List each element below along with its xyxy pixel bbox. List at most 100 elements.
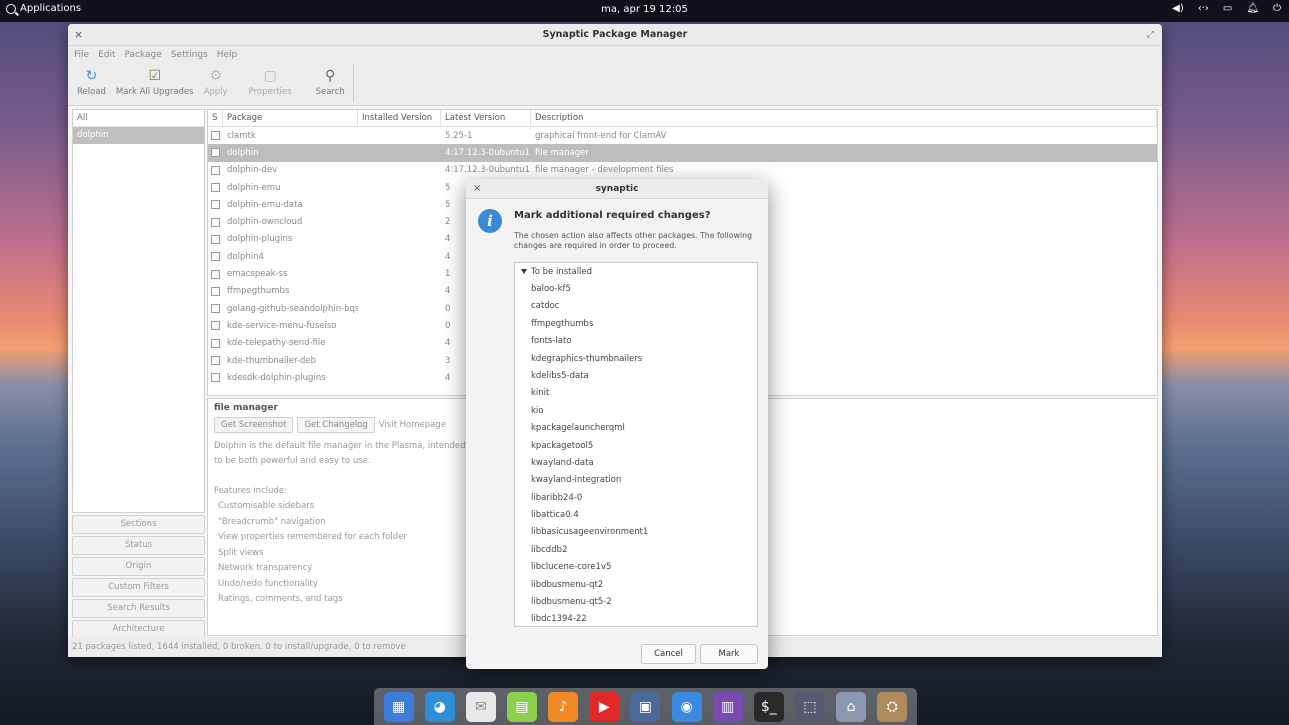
tree-item[interactable]: libbasicusageenvironment1: [515, 524, 757, 541]
tree-item[interactable]: kio: [515, 403, 757, 420]
tree-item[interactable]: libdbusmenu-qt2: [515, 577, 757, 594]
web-browser-icon[interactable]: ◕: [424, 691, 455, 722]
mark-all-upgrades-button[interactable]: ☑ Mark All Upgrades: [111, 64, 199, 102]
status-button[interactable]: Status: [72, 536, 205, 555]
mail-icon[interactable]: ✉: [465, 691, 496, 722]
package-installer-icon[interactable]: ⛭: [877, 691, 908, 722]
get-changelog-button[interactable]: Get Changelog: [297, 417, 375, 433]
col-latest-version[interactable]: Latest Version: [441, 110, 531, 126]
files-icon[interactable]: ⌂: [836, 691, 867, 722]
tree-item[interactable]: baloo-kf5: [515, 281, 757, 298]
tree-item[interactable]: catdoc: [515, 298, 757, 315]
get-screenshot-button[interactable]: Get Screenshot: [214, 417, 294, 433]
checkbox[interactable]: [211, 217, 220, 227]
screenshot-icon[interactable]: ⬚: [794, 691, 825, 722]
col-installed-version[interactable]: Installed Version: [358, 110, 441, 126]
filter-item-dolphin[interactable]: dolphin: [73, 127, 204, 144]
mark-button[interactable]: Mark: [700, 644, 758, 664]
tree-item[interactable]: libdbusmenu-qt5-2: [515, 594, 757, 611]
properties-button[interactable]: ▢ Properties: [233, 64, 308, 102]
music-icon[interactable]: ♪: [548, 691, 579, 722]
maximize-icon[interactable]: ⤢: [1147, 24, 1154, 46]
apply-button[interactable]: ⚙ Apply: [199, 64, 233, 102]
search-button[interactable]: ⚲ Search: [308, 64, 354, 102]
checkbox[interactable]: [211, 131, 220, 141]
tree-item[interactable]: kdelibs5-data: [515, 368, 757, 385]
checkbox[interactable]: [211, 356, 220, 365]
photos-icon[interactable]: ▣: [630, 691, 661, 722]
checkbox[interactable]: [211, 338, 220, 348]
status-cell[interactable]: [208, 148, 223, 158]
cancel-button[interactable]: Cancel: [641, 644, 696, 664]
status-cell[interactable]: [208, 217, 223, 227]
checkbox[interactable]: [211, 304, 220, 314]
checkbox[interactable]: [211, 148, 220, 158]
menu-edit[interactable]: Edit: [98, 50, 115, 60]
reload-button[interactable]: ↻ Reload: [72, 64, 111, 102]
volume-icon[interactable]: ◀): [1172, 3, 1184, 14]
battery-icon[interactable]: ▭: [1223, 3, 1232, 14]
notifications-icon[interactable]: 🔔︎: [1246, 3, 1259, 14]
tree-item[interactable]: kwayland-integration: [515, 472, 757, 489]
checkbox[interactable]: [211, 165, 220, 175]
checkbox[interactable]: [211, 269, 220, 279]
terminal-icon[interactable]: $_: [753, 691, 784, 722]
filter-header[interactable]: All: [73, 110, 204, 127]
status-cell[interactable]: [208, 321, 223, 331]
status-cell[interactable]: [208, 200, 223, 210]
network-icon[interactable]: ‹·›: [1198, 3, 1209, 14]
tree-item[interactable]: libclucene-core1v5: [515, 559, 757, 576]
tree-item[interactable]: kwayland-data: [515, 455, 757, 472]
tree-item[interactable]: libaribb24-0: [515, 490, 757, 507]
table-row[interactable]: dolphin 4:17.12.3-0ubuntu1 file manager: [208, 144, 1157, 162]
checkbox[interactable]: [211, 321, 220, 331]
status-cell[interactable]: [208, 356, 223, 365]
multitasking-view-icon[interactable]: ▦: [383, 691, 414, 722]
status-cell[interactable]: [208, 131, 223, 141]
checkbox[interactable]: [211, 286, 220, 296]
dialog-close-button[interactable]: ×: [473, 179, 481, 199]
status-cell[interactable]: [208, 304, 223, 314]
expander-triangle-icon[interactable]: [521, 269, 527, 274]
window-close-button[interactable]: ×: [74, 24, 83, 46]
calendar-icon[interactable]: ▤: [506, 691, 537, 722]
tree-item[interactable]: kpackagelauncherqml: [515, 420, 757, 437]
videos-icon[interactable]: ▶: [589, 691, 620, 722]
col-status[interactable]: S: [208, 110, 223, 126]
status-cell[interactable]: [208, 373, 223, 383]
menu-help[interactable]: Help: [217, 50, 238, 60]
changes-tree[interactable]: To be installed baloo-kf5 catdoc ffmpegthu…: [514, 262, 758, 627]
tree-group-to-be-installed[interactable]: To be installed: [515, 263, 757, 281]
checkbox[interactable]: [211, 183, 220, 193]
visit-homepage-link[interactable]: Visit Homepage: [379, 420, 446, 430]
menu-package[interactable]: Package: [125, 50, 162, 60]
table-row[interactable]: clamtk 5.25-1 graphical front-end for Clam…: [208, 127, 1157, 144]
sections-button[interactable]: Sections: [72, 515, 205, 534]
status-cell[interactable]: [208, 183, 223, 193]
custom-filters-button[interactable]: Custom Filters: [72, 578, 205, 597]
checkbox[interactable]: [211, 200, 220, 210]
tree-item[interactable]: libcddb2: [515, 542, 757, 559]
col-package[interactable]: Package: [223, 110, 358, 126]
status-cell[interactable]: [208, 252, 223, 262]
tree-item[interactable]: kpackagetool5: [515, 438, 757, 455]
status-cell[interactable]: [208, 269, 223, 279]
checkbox[interactable]: [211, 373, 220, 383]
tree-item[interactable]: libdc1394-22: [515, 611, 757, 626]
status-cell[interactable]: [208, 234, 223, 244]
power-icon[interactable]: ⏻: [1273, 3, 1281, 14]
checkbox[interactable]: [211, 234, 220, 244]
clock[interactable]: ma, apr 19 12:05: [0, 4, 1289, 15]
status-cell[interactable]: [208, 338, 223, 348]
status-cell[interactable]: [208, 286, 223, 296]
status-cell[interactable]: [208, 165, 223, 175]
menu-settings[interactable]: Settings: [171, 50, 208, 60]
col-description[interactable]: Description: [531, 110, 1157, 126]
origin-button[interactable]: Origin: [72, 557, 205, 576]
tree-item[interactable]: ffmpegthumbs: [515, 316, 757, 333]
search-results-button[interactable]: Search Results: [72, 599, 205, 618]
settings-toggle-icon[interactable]: ◉: [671, 691, 702, 722]
app-center-icon[interactable]: ▥: [712, 691, 743, 722]
tree-item[interactable]: libattica0.4: [515, 507, 757, 524]
tree-item[interactable]: fonts-lato: [515, 333, 757, 350]
